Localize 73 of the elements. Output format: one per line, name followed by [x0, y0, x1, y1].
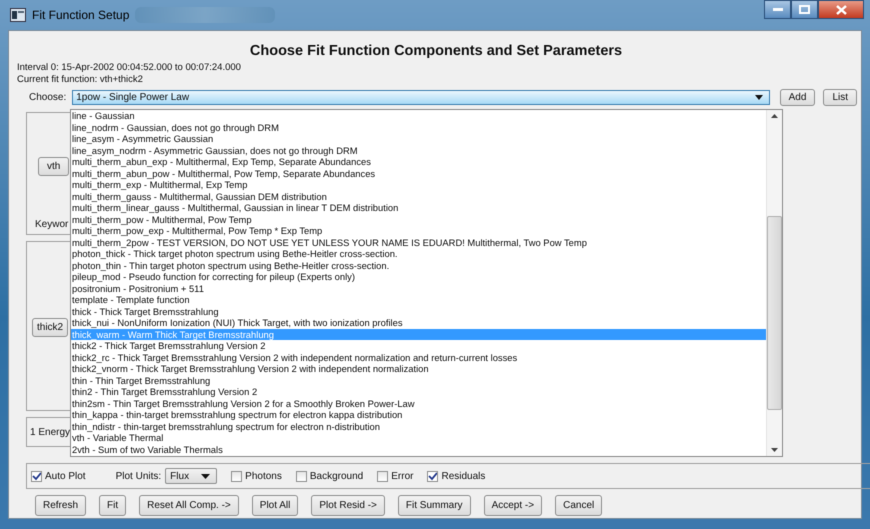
- dropdown-option[interactable]: positronium - Positronium + 511: [71, 282, 766, 294]
- dropdown-option[interactable]: thin_kappa - thin-target bremsstrahlung spectrum for electron kappa distribution: [71, 409, 766, 420]
- dialog-button[interactable]: Plot All: [252, 495, 298, 516]
- close-icon: [836, 4, 846, 14]
- dropdown-option[interactable]: thin_ndistr - thin-target bremsstrahlung spectrum for electron n-distribution: [71, 420, 766, 432]
- dialog-button[interactable]: Plot Resid ->: [311, 495, 385, 516]
- keyword-label: Keywor: [35, 219, 68, 230]
- dropdown-option[interactable]: photon_thin - Thin target photon spectrum using Bethe-Heitler cross-section.: [71, 260, 766, 271]
- dropdown-option[interactable]: thick2_rc - Thick Target Bremsstrahlung Version 2 with independent normalization and return-current losses: [71, 352, 766, 363]
- checkbox[interactable]: [231, 470, 242, 482]
- energy-label: 1 Energy: [29, 426, 70, 438]
- checkbox-label: Photons: [245, 470, 282, 482]
- component-button[interactable]: thick2: [32, 318, 68, 337]
- dropdown-option[interactable]: multi_therm_exp - Multithermal, Exp Temp: [71, 179, 766, 190]
- current-function-text: Current fit function: vth+thick2: [17, 74, 144, 86]
- dialog-button[interactable]: Accept ->: [484, 495, 542, 516]
- dropdown-option[interactable]: line_asym - Asymmetric Gaussian: [71, 133, 766, 144]
- interval-text: Interval 0: 15-Apr-2002 00:04:52.000 to 00:07:24.000: [17, 62, 242, 74]
- choose-label: Choose:: [29, 92, 66, 103]
- dialog-button[interactable]: Cancel: [555, 495, 602, 516]
- maximize-button[interactable]: [791, 0, 818, 19]
- dropdown-option[interactable]: multi_therm_linear_gauss - Multithermal, Gaussian in linear T DEM distribution: [71, 202, 766, 214]
- scroll-up-icon: [771, 114, 778, 118]
- checkbox[interactable]: [377, 470, 388, 482]
- dropdown-option[interactable]: line_nodrm - Gaussian, does not go through DRM: [71, 122, 766, 133]
- dropdown-option[interactable]: multi_therm_pow_exp - Multithermal, Pow Temp * Exp Temp: [71, 225, 766, 236]
- dropdown-option[interactable]: multi_therm_2pow - TEST VERSION, DO NOT USE YET UNLESS YOUR NAME IS EDUARD! Multithermal, Two Pow Temp: [71, 236, 766, 248]
- dropdown-option[interactable]: 2vth - Sum of two Variable Thermals: [71, 444, 766, 455]
- dropdown-option[interactable]: multi_therm_gauss - Multithermal, Gaussian DEM distribution: [71, 190, 766, 202]
- dropdown-option[interactable]: pileup_mod - Pseudo function for correcting for pileup (Experts only): [71, 271, 766, 282]
- dropdown-option[interactable]: template - Template function: [71, 294, 766, 306]
- dialog-button[interactable]: Refresh: [35, 495, 86, 516]
- plot-units-label: Plot Units:: [116, 470, 162, 482]
- dropdown-option[interactable]: line - Gaussian: [71, 110, 766, 122]
- checkbox[interactable]: [31, 470, 42, 482]
- scrollbar-thumb[interactable]: [767, 216, 782, 410]
- dropdown-arrow-icon: [201, 474, 210, 478]
- checkbox-label: Error: [391, 470, 414, 482]
- component-button[interactable]: vth: [38, 157, 70, 176]
- dialog-button[interactable]: Add: [780, 89, 816, 106]
- dialog-heading: Choose Fit Function Components and Set Parameters: [248, 43, 624, 59]
- dropdown-option[interactable]: multi_therm_abun_exp - Multithermal, Exp Temp, Separate Abundances: [71, 156, 766, 168]
- dialog-button[interactable]: Fit: [99, 495, 126, 516]
- minimize-icon: [772, 8, 782, 12]
- scrollbar[interactable]: [766, 110, 782, 456]
- checkbox[interactable]: [427, 470, 438, 482]
- close-button[interactable]: [818, 0, 864, 19]
- checkbox[interactable]: [296, 470, 307, 482]
- dropdown-option[interactable]: thick_nui - NonUniform Ionization (NUI) Thick Target, with two ionization profiles: [71, 317, 766, 328]
- dropdown-option[interactable]: thick - Thick Target Bremsstrahlung: [71, 306, 766, 317]
- dropdown-option[interactable]: vth - Variable Thermal: [71, 432, 766, 444]
- dropdown-option[interactable]: multi_therm_abun_pow - Multithermal, Pow Temp, Separate Abundances: [71, 168, 766, 179]
- minimize-button[interactable]: [764, 0, 791, 19]
- dropdown-option[interactable]: photon_thick - Thick target photon spectrum using Bethe-Heitler cross-section.: [71, 248, 766, 260]
- checkbox-label: Auto Plot: [45, 470, 86, 482]
- function-dropdown[interactable]: 1pow - Single Power Law: [72, 90, 770, 105]
- dropdown-option[interactable]: thin2 - Thin Target Bremsstrahlung Version 2: [71, 386, 766, 398]
- dropdown-arrow-icon: [754, 95, 763, 100]
- dropdown-option[interactable]: line_asym_nodrm - Asymmetric Gaussian, does not go through DRM: [71, 144, 766, 156]
- maximize-icon: [799, 5, 810, 14]
- dialog-button[interactable]: Reset All Comp. ->: [139, 495, 239, 516]
- dropdown-option[interactable]: thick2 - Thick Target Bremsstrahlung Version 2: [71, 340, 766, 352]
- dialog-button[interactable]: Fit Summary: [398, 495, 471, 516]
- dropdown-option[interactable]: thin - Thin Target Bremsstrahlung: [71, 374, 766, 386]
- dialog-button[interactable]: List: [823, 89, 857, 106]
- dropdown-option[interactable]: thin2sm - Thin Target Bremsstrahlung Version 2 for a Smoothly Broken Power-Law: [71, 398, 766, 409]
- checkbox-label: Residuals: [441, 470, 486, 482]
- dropdown-option[interactable]: multi_therm_pow - Multithermal, Pow Temp: [71, 214, 766, 225]
- checkbox-label: Background: [310, 470, 364, 482]
- app-icon: [10, 8, 26, 22]
- window-title: Fit Function Setup: [32, 8, 130, 22]
- dropdown-option[interactable]: thick2_vnorm - Thick Target Bremsstrahlung Version 2 with independent normalization: [71, 363, 766, 374]
- plot-units-dropdown[interactable]: Flux: [165, 468, 218, 484]
